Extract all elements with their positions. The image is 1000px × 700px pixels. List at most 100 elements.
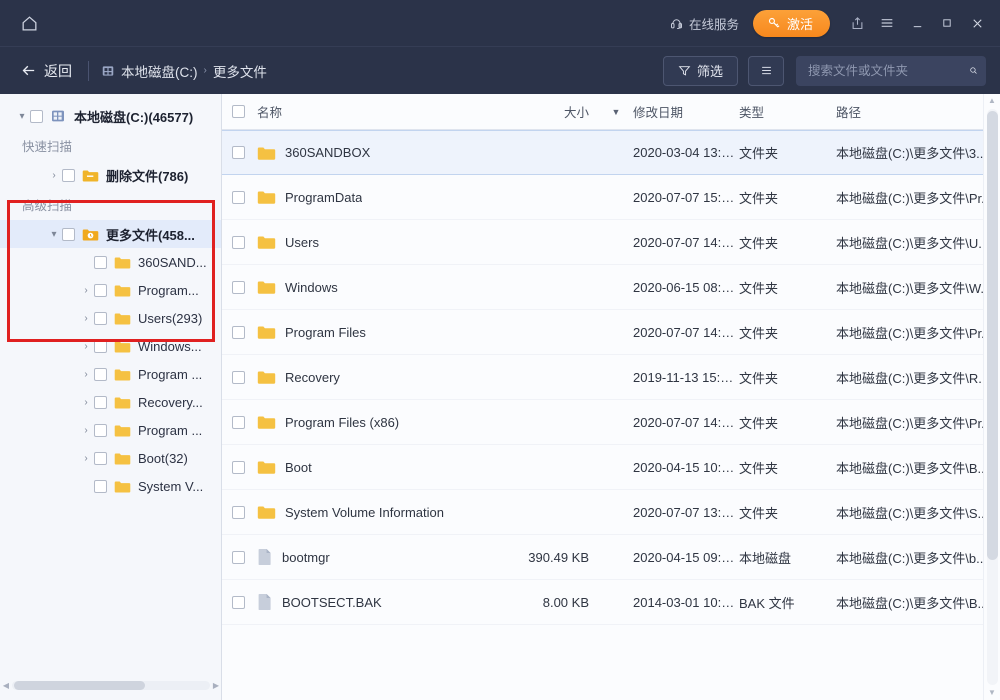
tree-section-quick-scan: 快速扫描 (0, 130, 221, 161)
column-header-type[interactable]: 类型 (739, 102, 836, 121)
table-row[interactable]: ProgramData2020-07-07 15:00:...文件夹本地磁盘(C… (222, 175, 1000, 220)
table-row[interactable]: Recovery2019-11-13 15:52:...文件夹本地磁盘(C:)\… (222, 355, 1000, 400)
hscroll-thumb[interactable] (14, 681, 145, 690)
row-checkbox[interactable] (232, 461, 245, 474)
minimize-icon[interactable] (902, 8, 932, 38)
chevron-right-icon[interactable]: › (78, 425, 94, 436)
column-header-size[interactable]: 大小 (507, 102, 599, 121)
table-row[interactable]: 360SANDBOX2020-03-04 13:05:...文件夹本地磁盘(C:… (222, 130, 1000, 175)
row-checkbox[interactable] (232, 326, 245, 339)
home-icon[interactable] (14, 8, 44, 38)
share-icon[interactable] (842, 8, 872, 38)
tree-node-child[interactable]: › Program ... (0, 360, 221, 388)
row-checkbox[interactable] (232, 506, 245, 519)
tree-node-child[interactable]: System V... (0, 472, 221, 500)
chevron-down-icon[interactable]: ▾ (46, 229, 62, 240)
tree-checkbox-child[interactable] (94, 368, 107, 381)
sort-desc-icon[interactable]: ▼ (599, 107, 633, 117)
file-type-cell: 文件夹 (739, 503, 836, 522)
sidebar-horizontal-scrollbar[interactable]: ◀ ▶ (0, 678, 222, 692)
column-header-date[interactable]: 修改日期 (633, 102, 739, 121)
file-name-label: ProgramData (285, 190, 362, 205)
chevron-right-icon[interactable]: › (78, 369, 94, 380)
tree-node-child[interactable]: ›Recovery... (0, 388, 221, 416)
vscroll-thumb[interactable] (987, 111, 998, 560)
tree-label-child: Users(293) (138, 311, 202, 326)
row-checkbox[interactable] (232, 371, 245, 384)
tree-checkbox-more-files[interactable] (62, 228, 75, 241)
file-type-cell: 文件夹 (739, 368, 836, 387)
tree-checkbox-child[interactable] (94, 256, 107, 269)
tree-node-child[interactable]: › Users(293) (0, 304, 221, 332)
row-checkbox[interactable] (232, 551, 245, 564)
tree-checkbox-child[interactable] (94, 452, 107, 465)
table-row[interactable]: Boot2020-04-15 10:21:...文件夹本地磁盘(C:)\更多文件… (222, 445, 1000, 490)
maximize-icon[interactable] (932, 8, 962, 38)
file-list-rows: 360SANDBOX2020-03-04 13:05:...文件夹本地磁盘(C:… (222, 130, 1000, 700)
list-view-icon[interactable] (748, 56, 784, 86)
tree-label-child: System V... (138, 479, 203, 494)
breadcrumb-item-disk[interactable]: 本地磁盘(C:) (101, 61, 198, 81)
tree-node-child[interactable]: ›Program ... (0, 416, 221, 444)
select-all-checkbox[interactable] (232, 105, 245, 118)
tree-checkbox-child[interactable] (94, 480, 107, 493)
tree-node-child[interactable]: 360SAND... (0, 248, 221, 276)
tree-checkbox-child[interactable] (94, 284, 107, 297)
table-row[interactable]: Users2020-07-07 14:35:...文件夹本地磁盘(C:)\更多文… (222, 220, 1000, 265)
chevron-right-icon[interactable]: › (78, 313, 94, 324)
tree-checkbox-deleted-files[interactable] (62, 169, 75, 182)
column-header-path[interactable]: 路径 (836, 102, 1000, 121)
tree-checkbox-child[interactable] (94, 312, 107, 325)
activate-button[interactable]: 激活 (753, 10, 830, 37)
row-checkbox[interactable] (232, 416, 245, 429)
tree-node-deleted-files[interactable]: › 删除文件(786) (0, 161, 221, 189)
table-row[interactable]: BOOTSECT.BAK8.00 KB2014-03-01 10:12:...B… (222, 580, 1000, 625)
row-checkbox[interactable] (232, 281, 245, 294)
tree-node-child[interactable]: ›Program... (0, 276, 221, 304)
row-checkbox[interactable] (232, 236, 245, 249)
vscroll-track[interactable] (987, 109, 998, 685)
search-input[interactable] (808, 64, 969, 78)
back-button[interactable]: 返回 (12, 57, 80, 85)
scroll-left-icon[interactable]: ◀ (0, 681, 12, 690)
table-row[interactable]: Program Files2020-07-07 14:59:...文件夹本地磁盘… (222, 310, 1000, 355)
folder-icon (257, 504, 276, 520)
scroll-right-icon[interactable]: ▶ (210, 681, 222, 690)
menu-icon[interactable] (872, 8, 902, 38)
row-checkbox[interactable] (232, 191, 245, 204)
filter-button[interactable]: 筛选 (663, 56, 738, 86)
table-row[interactable]: bootmgr390.49 KB2020-04-15 09:23:...本地磁盘… (222, 535, 1000, 580)
table-row[interactable]: System Volume Information2020-07-07 13:3… (222, 490, 1000, 535)
file-type-cell: 本地磁盘 (739, 548, 836, 567)
row-checkbox[interactable] (232, 146, 245, 159)
table-row[interactable]: Program Files (x86)2020-07-07 14:25:...文… (222, 400, 1000, 445)
breadcrumb-item-more-files[interactable]: 更多文件 (213, 61, 267, 81)
tree-checkbox-child[interactable] (94, 340, 107, 353)
scroll-up-icon[interactable]: ▲ (988, 94, 996, 108)
tree-node-more-files[interactable]: ▾ 更多文件(458... (0, 220, 221, 248)
tree-node-child[interactable]: ›Boot(32) (0, 444, 221, 472)
close-icon[interactable] (962, 8, 992, 38)
tree-label-child: Program ... (138, 367, 202, 382)
tree-node-root-disk[interactable]: ▾ 本地磁盘(C:)(46577) (0, 102, 221, 130)
tree-checkbox-child[interactable] (94, 396, 107, 409)
folder-clock-icon (82, 227, 100, 242)
row-checkbox[interactable] (232, 596, 245, 609)
file-list-vertical-scrollbar[interactable]: ▲ ▼ (983, 94, 1000, 700)
chevron-right-icon[interactable]: › (78, 341, 94, 352)
search-box[interactable] (796, 56, 986, 86)
chevron-right-icon[interactable]: › (46, 170, 62, 181)
chevron-right-icon[interactable]: › (78, 285, 94, 296)
chevron-right-icon[interactable]: › (78, 397, 94, 408)
chevron-right-icon[interactable]: › (78, 453, 94, 464)
column-header-name[interactable]: 名称 (257, 102, 507, 121)
hscroll-track[interactable] (12, 681, 210, 690)
file-path-cell: 本地磁盘(C:)\更多文件\W... (836, 278, 1000, 297)
scroll-down-icon[interactable]: ▼ (988, 686, 996, 700)
chevron-down-icon[interactable]: ▾ (14, 111, 30, 122)
tree-checkbox-root[interactable] (30, 110, 43, 123)
tree-checkbox-child[interactable] (94, 424, 107, 437)
online-service-button[interactable]: 在线服务 (669, 14, 739, 33)
tree-node-child[interactable]: ›Windows... (0, 332, 221, 360)
table-row[interactable]: Windows2020-06-15 08:30:...文件夹本地磁盘(C:)\更… (222, 265, 1000, 310)
